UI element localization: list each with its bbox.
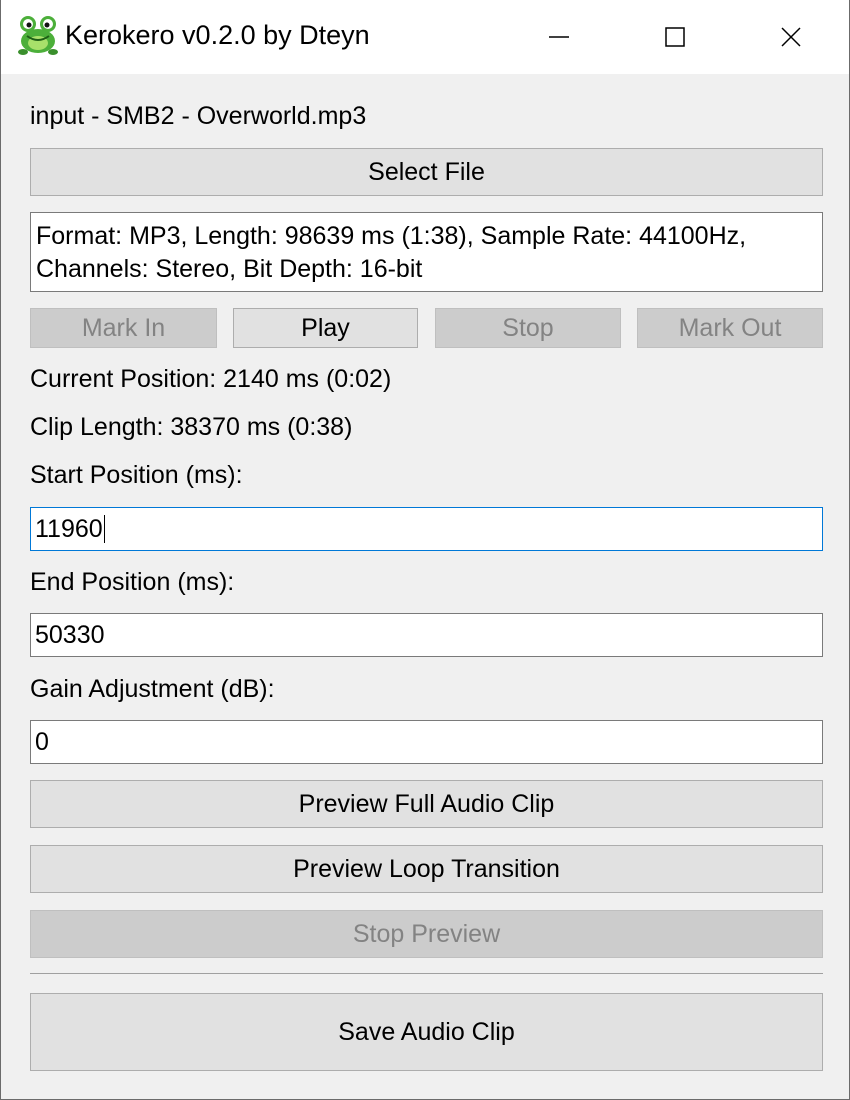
start-position-label: Start Position (ms): xyxy=(30,461,243,489)
save-audio-clip-button[interactable]: Save Audio Clip xyxy=(30,993,823,1071)
frog-icon xyxy=(17,14,59,56)
gain-adjustment-label: Gain Adjustment (dB): xyxy=(30,675,275,703)
select-file-button[interactable]: Select File xyxy=(30,148,823,196)
title-bar[interactable]: Kerokero v0.2.0 by Dteyn xyxy=(1,0,849,74)
close-button[interactable] xyxy=(733,0,849,74)
clip-length-label: Clip Length: 38370 ms (0:38) xyxy=(30,413,353,441)
gain-adjustment-value: 0 xyxy=(35,727,49,756)
close-icon xyxy=(781,27,801,47)
start-position-value: 11960 xyxy=(35,514,103,543)
end-position-input[interactable]: 50330 xyxy=(30,613,823,657)
current-position-label: Current Position: 2140 ms (0:02) xyxy=(30,365,392,393)
maximize-button[interactable] xyxy=(617,0,733,74)
minimize-button[interactable] xyxy=(501,0,617,74)
main-window: Kerokero v0.2.0 by Dteyn input - SMB2 - … xyxy=(0,0,850,1100)
minimize-icon xyxy=(549,36,569,38)
mark-in-button[interactable]: Mark In xyxy=(30,308,217,348)
file-name-label: input - SMB2 - Overworld.mp3 xyxy=(30,102,367,130)
file-info-line-2: Channels: Stereo, Bit Depth: 16-bit xyxy=(36,255,423,283)
start-position-input[interactable]: 11960 xyxy=(30,507,823,551)
play-button[interactable]: Play xyxy=(233,308,418,348)
mark-out-button[interactable]: Mark Out xyxy=(637,308,823,348)
file-info-box: Format: MP3, Length: 98639 ms (1:38), Sa… xyxy=(30,212,823,292)
end-position-value: 50330 xyxy=(35,620,105,649)
text-caret xyxy=(103,515,105,543)
maximize-icon xyxy=(665,27,685,47)
file-info-line-1: Format: MP3, Length: 98639 ms (1:38), Sa… xyxy=(36,222,747,250)
stop-preview-button[interactable]: Stop Preview xyxy=(30,910,823,958)
separator xyxy=(30,973,823,974)
gain-adjustment-input[interactable]: 0 xyxy=(30,720,823,764)
preview-full-clip-button[interactable]: Preview Full Audio Clip xyxy=(30,780,823,828)
stop-button[interactable]: Stop xyxy=(435,308,621,348)
preview-loop-transition-button[interactable]: Preview Loop Transition xyxy=(30,845,823,893)
end-position-label: End Position (ms): xyxy=(30,568,235,596)
window-title: Kerokero v0.2.0 by Dteyn xyxy=(65,20,370,50)
